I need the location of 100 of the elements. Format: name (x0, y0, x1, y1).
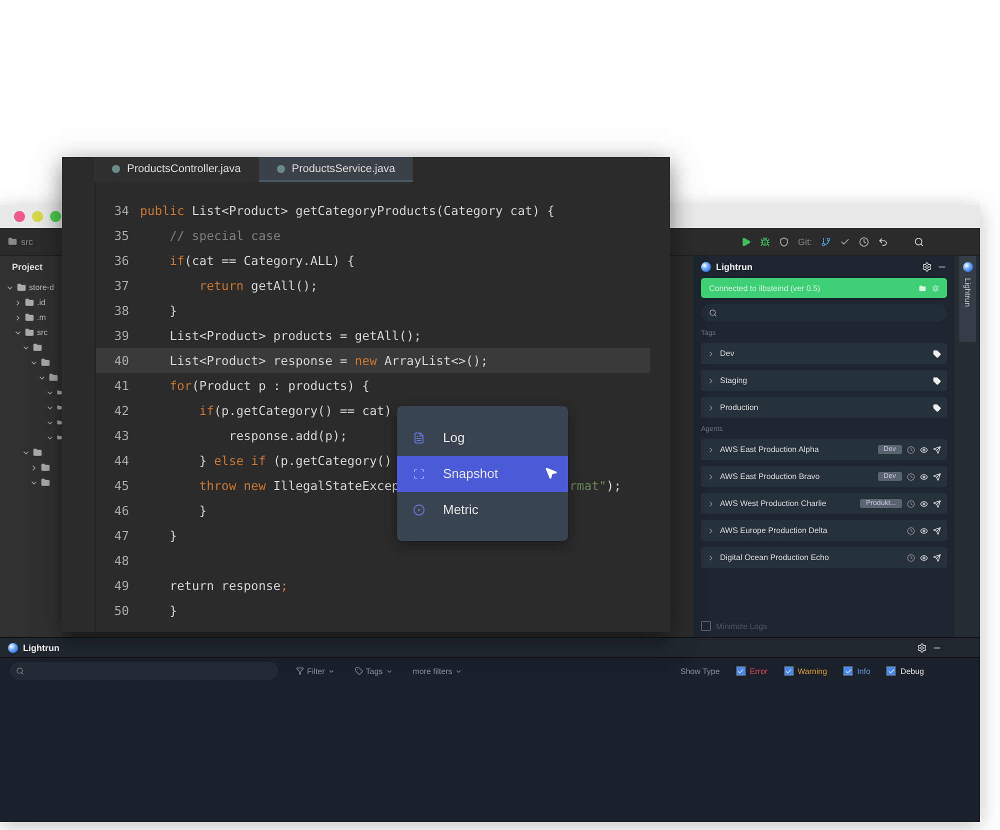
line-number: 45 (113, 478, 130, 492)
filter-dropdown[interactable]: more filters (410, 664, 464, 678)
panel-title: Project (12, 262, 44, 272)
line-number: 36 (113, 254, 130, 268)
code-line: return getAll(); (198, 278, 318, 292)
chevron-icon (707, 526, 715, 534)
chevron-icon (707, 446, 715, 454)
code-line: throw new IllegalStateExcep (198, 478, 400, 492)
menu-item[interactable]: Snapshot (397, 456, 568, 492)
search-field[interactable] (701, 304, 947, 322)
folder-icon (41, 358, 50, 367)
tag-name: Staging (720, 376, 748, 385)
git-label: Git: (798, 236, 812, 246)
logo-icon (701, 262, 711, 272)
tag-icon (933, 404, 941, 412)
pointer-icon (544, 466, 558, 480)
tree-item[interactable]: src (37, 328, 48, 337)
panel-title: Lightrun (23, 642, 60, 652)
file-tab[interactable]: ProductsService.java (258, 157, 414, 182)
circle-icon (413, 504, 425, 516)
menu-item[interactable]: Log (397, 420, 568, 456)
type-label: Debug (900, 666, 924, 676)
filter-dropdown[interactable]: Tags (352, 664, 395, 678)
menu-item[interactable]: Metric (397, 492, 568, 528)
agent-name: AWS East Production Bravo (720, 472, 821, 481)
send-icon (933, 472, 941, 480)
panel-title: Lightrun (716, 262, 752, 272)
checkbox[interactable] (843, 666, 854, 676)
agent-name: AWS East Production Alpha (720, 445, 820, 454)
run-icon (740, 236, 751, 246)
caret-icon (455, 668, 462, 674)
code-line: // special case (168, 228, 281, 242)
line-number: 41 (113, 378, 130, 392)
logo-icon (8, 642, 18, 652)
settings-icon (932, 284, 939, 292)
tag-row[interactable]: Staging (701, 370, 947, 391)
filter-dropdown[interactable]: Filter (294, 664, 337, 678)
line-number: 43 (113, 428, 130, 442)
line-number: 48 (113, 554, 130, 568)
document-icon (413, 432, 425, 444)
folder-icon (33, 448, 42, 457)
debug-icon (760, 236, 770, 246)
checkbox[interactable] (886, 666, 896, 676)
breadcrumb[interactable]: src (21, 236, 33, 246)
checkbox[interactable] (736, 666, 746, 676)
tag-name: Dev (720, 349, 736, 358)
line-number: 46 (113, 504, 130, 518)
branch-icon (821, 236, 831, 246)
line-number: 35 (113, 228, 130, 242)
line-number: 37 (113, 278, 130, 292)
code-line: if(cat == Category.ALL) { (168, 254, 355, 268)
code-line: } (168, 528, 178, 542)
code-line: } (198, 504, 207, 518)
tag-name: Production (720, 403, 760, 412)
tree-item[interactable]: .m (37, 313, 46, 322)
chevron-icon (707, 376, 715, 384)
frame-icon (413, 468, 425, 480)
clock-icon (907, 472, 915, 480)
code-line: List<Product> products = getAll(); (168, 328, 422, 342)
code-line: public List<Product> getCategoryProducts(Category cat) { (140, 204, 555, 218)
clock-icon (907, 526, 915, 534)
clock-icon (907, 446, 915, 454)
side-tab[interactable]: Lightrun (959, 256, 976, 342)
code-line: if(p.getCategory() == cat) (198, 404, 392, 418)
search-icon (914, 236, 924, 246)
line-number: 49 (113, 578, 130, 592)
code-line: for(Product p : products) { (168, 378, 370, 392)
chevron-icon (707, 554, 715, 562)
filter-icon (296, 667, 304, 675)
folder-icon (8, 237, 17, 246)
agent-row[interactable]: Digital Ocean Production Echo (701, 547, 947, 568)
code-line: response.add(p); (228, 428, 348, 442)
file-tab[interactable]: ProductsController.java (94, 157, 259, 182)
tree-item[interactable]: store-d (29, 283, 54, 292)
eye-icon (920, 500, 928, 508)
tag-row[interactable]: Dev (701, 343, 947, 364)
send-icon (933, 500, 941, 508)
agent-name: AWS Europe Production Delta (720, 526, 828, 535)
tag-row[interactable]: Production (701, 397, 947, 418)
chevron-icon (707, 472, 715, 480)
clock-icon (907, 500, 915, 508)
connection-status: Connected to ilbsteind (ver 0.5) (709, 284, 822, 292)
eye-icon (920, 446, 928, 454)
code-fragment: rmat"); (569, 478, 622, 492)
checkbox[interactable] (701, 621, 711, 631)
chevron-icon (707, 404, 715, 412)
close-button[interactable] (14, 211, 25, 222)
type-label: Info (857, 666, 870, 676)
code-line: return response; (168, 578, 288, 592)
line-number: 42 (113, 404, 130, 418)
agent-row[interactable]: AWS Europe Production Delta (701, 520, 947, 541)
checkbox[interactable] (784, 666, 794, 676)
check-icon (840, 236, 850, 246)
line-number: 34 (113, 204, 130, 218)
line-number: 47 (113, 528, 130, 542)
tag-icon (354, 667, 363, 675)
tree-item[interactable]: .id (37, 298, 46, 307)
search-field[interactable] (10, 662, 278, 680)
send-icon (933, 554, 941, 562)
settings-icon (922, 262, 932, 272)
